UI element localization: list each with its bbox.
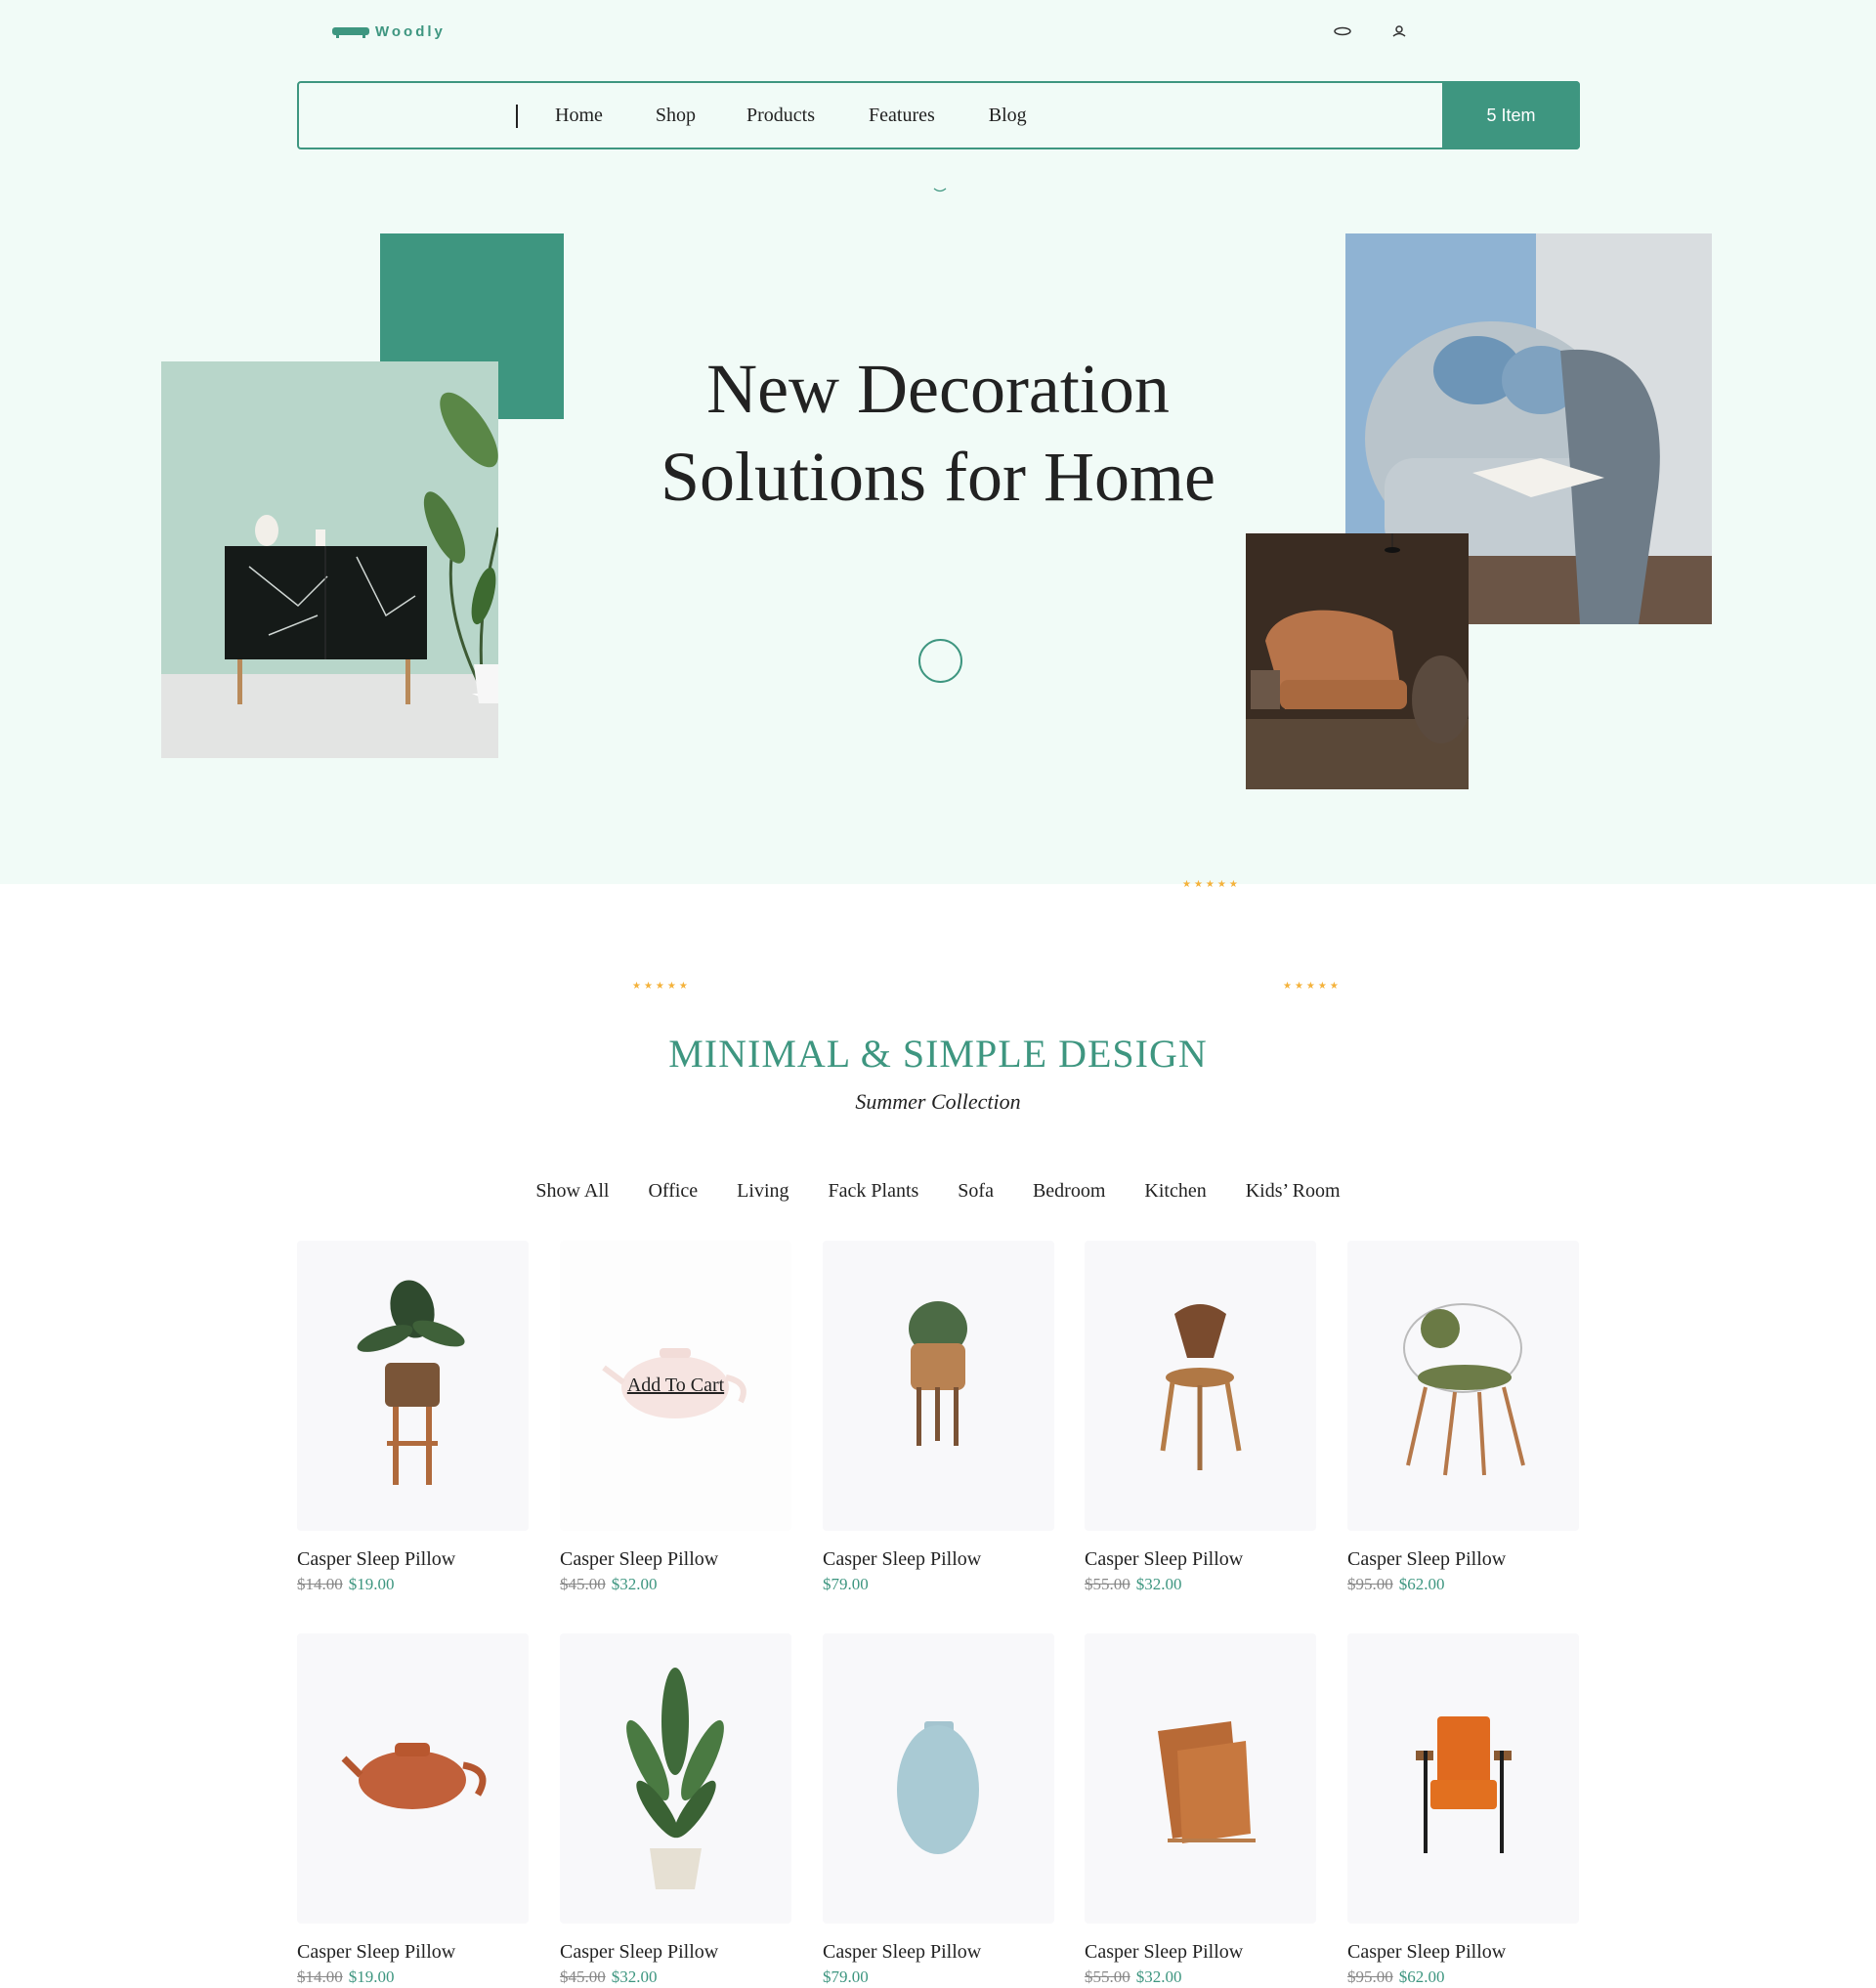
product-price: $14.00 $19.00 — [297, 1967, 529, 1987]
product-name[interactable]: Casper Sleep Pillow — [1347, 1548, 1579, 1571]
product-sale-price: $62.00 — [1398, 1575, 1445, 1593]
sofa-icon — [330, 25, 371, 39]
product-hover-overlay: Add To Cart — [560, 1241, 791, 1531]
product-name[interactable]: Casper Sleep Pillow — [297, 1548, 529, 1571]
product-price: $95.00 $62.00 — [1347, 1575, 1579, 1594]
product-image-wooden-chair[interactable] — [1085, 1241, 1316, 1531]
product-card[interactable]: Casper Sleep Pillow $55.00 $32.00 — [1085, 1633, 1316, 1987]
product-card[interactable]: Casper Sleep Pillow $14.00 $19.00 — [297, 1241, 529, 1594]
rating-stars: ★★★★★ — [1283, 981, 1342, 992]
product-price: $45.00 $32.00 — [560, 1967, 791, 1987]
product-card[interactable]: Casper Sleep Pillow $45.00 $32.00 — [560, 1633, 791, 1987]
rating-stars: ★★★★★ — [632, 981, 691, 992]
section-subtitle: Summer Collection — [855, 1089, 1021, 1114]
filter-fack-plants[interactable]: Fack Plants — [829, 1180, 919, 1203]
nav-item-shop[interactable]: Shop — [656, 105, 696, 127]
add-to-cart-button[interactable]: Add To Cart — [627, 1375, 724, 1397]
product-image-teapot[interactable]: Add To Cart — [560, 1241, 791, 1531]
hero-title: New Decoration Solutions for Home — [606, 345, 1270, 521]
product-sale-price: $32.00 — [611, 1967, 658, 1986]
product-image-cactus-basket[interactable] — [823, 1241, 1054, 1531]
product-old-price: $45.00 — [560, 1967, 606, 1986]
main-navigation: Home Shop Products Features Blog 5 Item — [297, 81, 1580, 149]
product-price: $55.00 $32.00 — [1085, 1575, 1316, 1594]
nav-menu: Home Shop Products Features Blog — [555, 83, 1027, 148]
rating-stars: ★★★★★ — [1182, 879, 1241, 890]
nav-divider — [516, 105, 518, 128]
product-card[interactable]: Casper Sleep Pillow $95.00 $62.00 — [1347, 1633, 1579, 1987]
product-price: $14.00 $19.00 — [297, 1575, 529, 1594]
product-image-vase[interactable] — [823, 1633, 1054, 1924]
product-card[interactable]: Casper Sleep Pillow $55.00 $32.00 — [1085, 1241, 1316, 1594]
product-name[interactable]: Casper Sleep Pillow — [1085, 1548, 1316, 1571]
product-name[interactable]: Casper Sleep Pillow — [297, 1941, 529, 1964]
filter-sofa[interactable]: Sofa — [958, 1180, 994, 1203]
product-price: $55.00 $32.00 — [1085, 1967, 1316, 1987]
product-card[interactable]: Casper Sleep Pillow $14.00 $19.00 — [297, 1633, 529, 1987]
nav-item-features[interactable]: Features — [869, 105, 935, 127]
scroll-hint-icon — [933, 188, 947, 192]
product-old-price: $55.00 — [1085, 1967, 1130, 1986]
section-title: MINIMAL & SIMPLE DESIGN — [668, 1032, 1208, 1076]
hero-photo-lounge — [1246, 533, 1469, 789]
hero-play-button[interactable] — [918, 639, 962, 683]
hero-section: Woodly Home Shop Products Features Blog … — [0, 0, 1876, 884]
hero-title-line2: Solutions for Home — [661, 438, 1215, 516]
hero-photo-cabinet — [161, 361, 498, 758]
product-old-price: $14.00 — [297, 1575, 343, 1593]
filter-office[interactable]: Office — [648, 1180, 698, 1203]
filter-kids-room[interactable]: Kids’ Room — [1246, 1180, 1341, 1203]
product-image-plant-stand[interactable] — [297, 1241, 529, 1531]
filter-kitchen[interactable]: Kitchen — [1144, 1180, 1206, 1203]
product-sale-price: $19.00 — [348, 1967, 395, 1986]
product-card[interactable]: Add To Cart Casper Sleep Pillow $45.00 $3… — [560, 1241, 791, 1594]
product-name[interactable]: Casper Sleep Pillow — [823, 1941, 1054, 1964]
product-image-teapot[interactable] — [297, 1633, 529, 1924]
product-card[interactable]: Casper Sleep Pillow $79.00 — [823, 1241, 1054, 1594]
product-sale-price: $32.00 — [1135, 1575, 1182, 1593]
product-name[interactable]: Casper Sleep Pillow — [560, 1941, 791, 1964]
product-image-wire-chair[interactable] — [1347, 1241, 1579, 1531]
nav-item-products[interactable]: Products — [746, 105, 815, 127]
product-price: $79.00 — [823, 1967, 1054, 1987]
product-old-price: $95.00 — [1347, 1575, 1393, 1593]
product-image-potted-plant[interactable] — [560, 1633, 791, 1924]
header-icons — [1332, 24, 1410, 38]
product-sale-price: $32.00 — [611, 1575, 658, 1593]
product-sale-price: $32.00 — [1135, 1967, 1182, 1986]
product-sale-price: $79.00 — [823, 1575, 869, 1593]
product-name[interactable]: Casper Sleep Pillow — [1085, 1941, 1316, 1964]
nav-item-home[interactable]: Home — [555, 105, 603, 127]
filter-show-all[interactable]: Show All — [535, 1180, 609, 1203]
product-old-price: $95.00 — [1347, 1967, 1393, 1986]
product-card[interactable]: Casper Sleep Pillow $95.00 $62.00 — [1347, 1241, 1579, 1594]
product-card[interactable]: Casper Sleep Pillow $79.00 — [823, 1633, 1054, 1987]
product-image-magazine-rack[interactable] — [1085, 1633, 1316, 1924]
product-price: $79.00 — [823, 1575, 1054, 1594]
product-old-price: $45.00 — [560, 1575, 606, 1593]
product-old-price: $14.00 — [297, 1967, 343, 1986]
product-name[interactable]: Casper Sleep Pillow — [1347, 1941, 1579, 1964]
nav-item-blog[interactable]: Blog — [989, 105, 1027, 127]
category-filters: Show All Office Living Fack Plants Sofa … — [0, 1180, 1876, 1203]
product-name[interactable]: Casper Sleep Pillow — [560, 1548, 791, 1571]
product-image-orange-armchair[interactable] — [1347, 1633, 1579, 1924]
product-name[interactable]: Casper Sleep Pillow — [823, 1548, 1054, 1571]
product-price: $95.00 $62.00 — [1347, 1967, 1579, 1987]
logo-text: Woodly — [375, 23, 446, 40]
logo[interactable]: Woodly — [330, 23, 446, 40]
hero-title-line1: New Decoration — [706, 350, 1170, 428]
product-sale-price: $79.00 — [823, 1967, 869, 1986]
product-old-price: $55.00 — [1085, 1575, 1130, 1593]
filter-bedroom[interactable]: Bedroom — [1033, 1180, 1105, 1203]
cart-button[interactable]: 5 Item — [1442, 81, 1580, 149]
user-icon[interactable] — [1388, 24, 1410, 38]
product-price: $45.00 $32.00 — [560, 1575, 791, 1594]
product-sale-price: $19.00 — [348, 1575, 395, 1593]
search-icon[interactable] — [1332, 24, 1353, 38]
product-sale-price: $62.00 — [1398, 1967, 1445, 1986]
filter-living[interactable]: Living — [737, 1180, 789, 1203]
